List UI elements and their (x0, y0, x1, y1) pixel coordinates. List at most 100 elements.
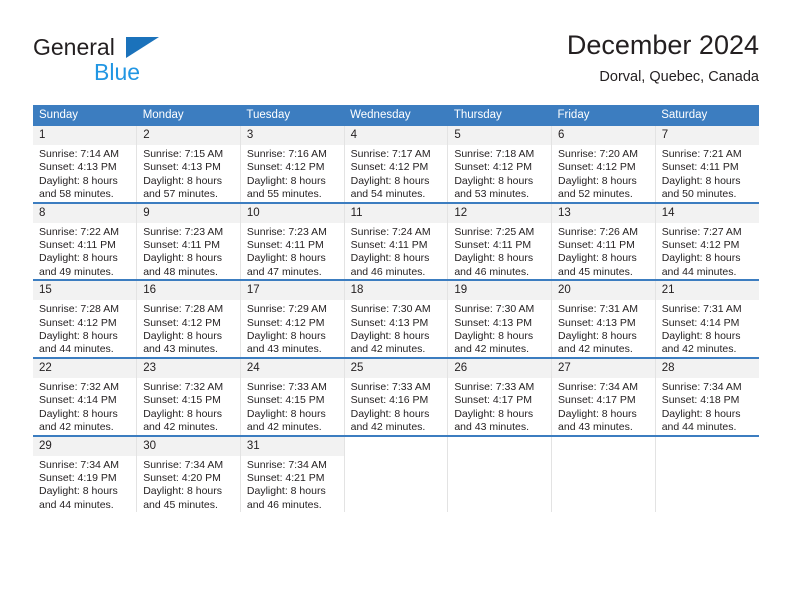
daylight-duration-line1: Daylight: 8 hours (350, 252, 430, 265)
calendar-day-cell[interactable]: 31 Sunrise: 7:34 AM Sunset: 4:21 PM Dayligh… (239, 434, 345, 513)
daylight-duration-line2: and 50 minutes. (661, 188, 737, 201)
calendar-day-cell[interactable]: 21 Sunrise: 7:31 AM Sunset: 4:14 PM Dayligh… (654, 279, 759, 358)
calendar-day-cell[interactable]: 19 Sunrise: 7:30 AM Sunset: 4:13 PM Dayligh… (447, 279, 552, 358)
daylight-duration-line2: and 44 minutes. (661, 421, 737, 434)
daylight-duration-line1: Daylight: 8 hours (143, 252, 222, 265)
day-sun-info: Sunrise: 7:30 AM Sunset: 4:13 PM Daylight:… (345, 300, 448, 357)
daylight-duration-line1: Daylight: 8 hours (246, 407, 326, 420)
calendar-day-cell[interactable]: 20 Sunrise: 7:31 AM Sunset: 4:13 PM Dayligh… (551, 279, 656, 358)
calendar-day-cell[interactable]: 23 Sunrise: 7:32 AM Sunset: 4:15 PM Dayligh… (136, 356, 241, 436)
sunrise-time: Sunrise: 7:28 AM (39, 303, 119, 316)
calendar-day-cell[interactable]: 15 Sunrise: 7:28 AM Sunset: 4:12 PM Dayligh… (33, 279, 137, 358)
day-number: 21 (655, 281, 759, 301)
day-sun-info: Sunrise: 7:34 AM Sunset: 4:20 PM Daylight:… (137, 456, 240, 513)
calendar-table: Sunday Monday Tuesday Wednesday Thursday… (33, 105, 759, 513)
calendar-day-cell[interactable]: 12 Sunrise: 7:25 AM Sunset: 4:11 PM Dayligh… (447, 201, 552, 281)
daylight-duration-line2: and 43 minutes. (454, 421, 530, 434)
daylight-duration-line2: and 46 minutes. (350, 265, 426, 278)
sunrise-time: Sunrise: 7:23 AM (246, 225, 327, 238)
calendar-day-cell[interactable]: 16 Sunrise: 7:28 AM Sunset: 4:12 PM Dayligh… (136, 279, 241, 358)
sunset-time: Sunset: 4:13 PM (39, 161, 117, 174)
calendar-day-cell[interactable]: 3 Sunrise: 7:16 AM Sunset: 4:12 PM Daylight… (239, 126, 345, 203)
generalblue-logo: General Blue (33, 34, 233, 92)
daylight-duration-line2: and 42 minutes. (143, 421, 218, 434)
sunrise-time: Sunrise: 7:30 AM (454, 303, 535, 316)
calendar-day-cell[interactable]: 27 Sunrise: 7:34 AM Sunset: 4:17 PM Dayligh… (551, 356, 656, 436)
weekday-header-tuesday: Tuesday (240, 105, 345, 126)
day-number: 1 (33, 126, 137, 145)
calendar-day-cell[interactable]: 10 Sunrise: 7:23 AM Sunset: 4:11 PM Dayligh… (239, 201, 345, 281)
sunrise-time: Sunrise: 7:34 AM (246, 458, 327, 471)
daylight-duration-line2: and 45 minutes. (143, 498, 218, 511)
sunrise-time: Sunrise: 7:16 AM (246, 148, 327, 160)
calendar-day-cell-empty (343, 434, 448, 513)
daylight-duration-line2: and 57 minutes. (143, 188, 218, 201)
day-number: 26 (448, 358, 552, 378)
day-sun-info: Sunrise: 7:34 AM Sunset: 4:17 PM Daylight:… (552, 378, 655, 435)
sunset-time: Sunset: 4:12 PM (39, 316, 117, 329)
calendar-day-cell[interactable]: 25 Sunrise: 7:33 AM Sunset: 4:16 PM Dayligh… (343, 356, 448, 436)
day-number: 5 (448, 126, 552, 145)
daylight-duration-line1: Daylight: 8 hours (143, 174, 222, 187)
sunrise-time: Sunrise: 7:30 AM (350, 303, 431, 316)
day-number (345, 437, 448, 456)
day-number: 6 (552, 126, 655, 145)
calendar-day-cell[interactable]: 30 Sunrise: 7:34 AM Sunset: 4:20 PM Dayligh… (136, 434, 241, 513)
calendar-day-cell[interactable]: 4 Sunrise: 7:17 AM Sunset: 4:12 PM Daylight… (343, 126, 448, 203)
calendar-day-cell[interactable]: 9 Sunrise: 7:23 AM Sunset: 4:11 PM Daylight… (136, 201, 241, 281)
sunrise-time: Sunrise: 7:31 AM (661, 303, 742, 316)
calendar-day-cell[interactable]: 1 Sunrise: 7:14 AM Sunset: 4:13 PM Daylight… (33, 126, 137, 203)
daylight-duration-line1: Daylight: 8 hours (454, 330, 534, 343)
calendar-day-cell[interactable]: 5 Sunrise: 7:18 AM Sunset: 4:12 PM Daylight… (447, 126, 552, 203)
calendar-day-cell[interactable]: 28 Sunrise: 7:34 AM Sunset: 4:18 PM Dayligh… (654, 356, 759, 436)
calendar-day-cell[interactable]: 13 Sunrise: 7:26 AM Sunset: 4:11 PM Dayligh… (551, 201, 656, 281)
day-sun-info: Sunrise: 7:24 AM Sunset: 4:11 PM Daylight:… (345, 223, 448, 280)
daylight-duration-line2: and 43 minutes. (143, 343, 218, 356)
sunset-time: Sunset: 4:14 PM (661, 316, 740, 329)
calendar-day-cell[interactable]: 18 Sunrise: 7:30 AM Sunset: 4:13 PM Dayligh… (343, 279, 448, 358)
weekday-header-monday: Monday (136, 105, 241, 126)
calendar-day-cell[interactable]: 2 Sunrise: 7:15 AM Sunset: 4:13 PM Daylight… (136, 126, 241, 203)
sunset-time: Sunset: 4:18 PM (661, 394, 740, 407)
sunset-time: Sunset: 4:12 PM (558, 161, 636, 174)
calendar-day-cell[interactable]: 24 Sunrise: 7:33 AM Sunset: 4:15 PM Dayligh… (239, 356, 345, 436)
sunset-time: Sunset: 4:13 PM (350, 316, 429, 329)
calendar-day-cell[interactable]: 29 Sunrise: 7:34 AM Sunset: 4:19 PM Dayligh… (33, 434, 137, 513)
calendar-day-cell[interactable]: 11 Sunrise: 7:24 AM Sunset: 4:11 PM Dayligh… (343, 201, 448, 281)
calendar-page: General Blue December 2024 Dorval, Quebe… (0, 0, 792, 612)
sunset-time: Sunset: 4:15 PM (143, 394, 221, 407)
calendar-day-cell[interactable]: 7 Sunrise: 7:21 AM Sunset: 4:11 PM Daylight… (654, 126, 759, 203)
daylight-duration-line2: and 43 minutes. (246, 343, 322, 356)
daylight-duration-line2: and 42 minutes. (558, 343, 633, 356)
calendar-day-cell[interactable]: 14 Sunrise: 7:27 AM Sunset: 4:12 PM Dayligh… (654, 201, 759, 281)
sunrise-time: Sunrise: 7:26 AM (558, 225, 638, 238)
day-sun-info: Sunrise: 7:33 AM Sunset: 4:15 PM Daylight:… (241, 378, 344, 435)
daylight-duration-line2: and 53 minutes. (454, 188, 530, 201)
daylight-duration-line2: and 44 minutes. (661, 265, 737, 278)
calendar-day-cell[interactable]: 22 Sunrise: 7:32 AM Sunset: 4:14 PM Dayligh… (33, 356, 137, 436)
sunset-time: Sunset: 4:11 PM (661, 161, 739, 174)
daylight-duration-line2: and 52 minutes. (558, 188, 633, 201)
calendar-day-cell[interactable]: 6 Sunrise: 7:20 AM Sunset: 4:12 PM Daylight… (551, 126, 656, 203)
daylight-duration-line2: and 44 minutes. (39, 343, 114, 356)
sunset-time: Sunset: 4:17 PM (454, 394, 532, 407)
day-sun-info: Sunrise: 7:34 AM Sunset: 4:18 PM Daylight:… (656, 378, 759, 435)
day-sun-info: Sunrise: 7:18 AM Sunset: 4:12 PM Daylight:… (448, 145, 551, 202)
sunrise-time: Sunrise: 7:21 AM (661, 148, 742, 160)
calendar-body: 1 Sunrise: 7:14 AM Sunset: 4:13 PM Daylight… (33, 126, 759, 513)
calendar-week-row: 29 Sunrise: 7:34 AM Sunset: 4:19 PM Dayligh… (33, 434, 759, 513)
daylight-duration-line1: Daylight: 8 hours (350, 407, 430, 420)
day-sun-info: Sunrise: 7:23 AM Sunset: 4:11 PM Daylight:… (137, 223, 240, 280)
sunrise-time: Sunrise: 7:27 AM (661, 225, 742, 238)
calendar-grid: Sunday Monday Tuesday Wednesday Thursday… (33, 105, 759, 513)
daylight-duration-line2: and 58 minutes. (39, 188, 114, 201)
calendar-day-cell[interactable]: 26 Sunrise: 7:33 AM Sunset: 4:17 PM Dayligh… (447, 356, 552, 436)
day-sun-info: Sunrise: 7:21 AM Sunset: 4:11 PM Daylight:… (656, 145, 759, 202)
daylight-duration-line2: and 48 minutes. (143, 265, 218, 278)
day-number: 15 (33, 281, 137, 301)
daylight-duration-line1: Daylight: 8 hours (350, 174, 430, 187)
calendar-day-cell[interactable]: 8 Sunrise: 7:22 AM Sunset: 4:11 PM Daylight… (33, 201, 137, 281)
day-number: 23 (137, 358, 240, 378)
calendar-day-cell[interactable]: 17 Sunrise: 7:29 AM Sunset: 4:12 PM Dayligh… (239, 279, 345, 358)
daylight-duration-line1: Daylight: 8 hours (558, 407, 637, 420)
